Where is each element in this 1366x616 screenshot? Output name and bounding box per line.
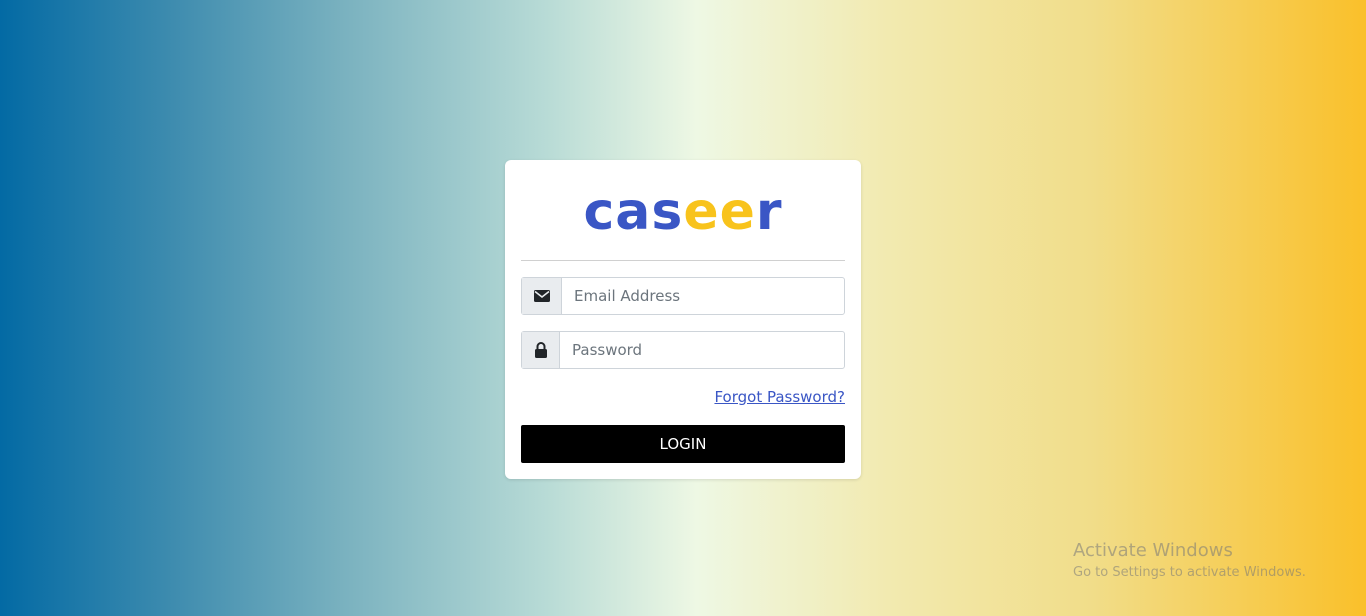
caseer-logo: cas ee r (505, 174, 861, 250)
envelope-icon (522, 278, 562, 314)
logo-text-part1: cas (583, 182, 684, 242)
divider (521, 260, 845, 261)
logo-text-part3: r (755, 182, 783, 242)
login-card: caseer Forgot Password? LOGIN (505, 160, 861, 479)
windows-activation-watermark: Activate Windows Go to Settings to activ… (1073, 540, 1306, 583)
forgot-password-link[interactable]: Forgot Password? (714, 387, 845, 407)
email-input[interactable] (562, 278, 844, 314)
email-input-group (521, 277, 845, 315)
password-input-group (521, 331, 845, 369)
login-button[interactable]: LOGIN (521, 425, 845, 463)
password-input[interactable] (560, 332, 844, 368)
lock-icon (522, 332, 560, 368)
watermark-subtitle: Go to Settings to activate Windows. (1073, 565, 1306, 580)
logo-text-part2: ee (683, 182, 756, 242)
watermark-title: Activate Windows (1073, 540, 1233, 561)
